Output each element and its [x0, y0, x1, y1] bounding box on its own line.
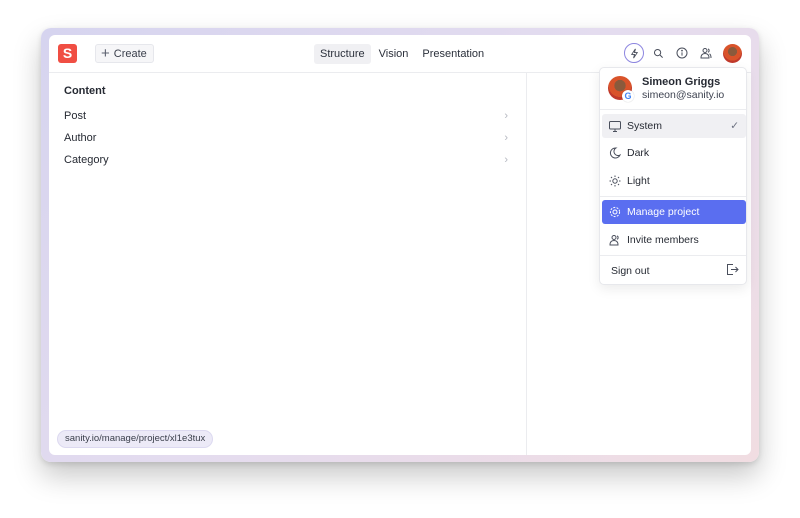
menu-item-label: Dark — [627, 147, 650, 159]
menu-item-label: Manage project — [627, 206, 700, 218]
navbar-actions — [624, 43, 742, 63]
create-label: Create — [113, 47, 147, 60]
info-icon — [676, 47, 688, 59]
menu-item-invite-members[interactable]: Invite members — [602, 228, 746, 252]
info-button[interactable] — [672, 43, 692, 63]
user-name: Simeon Griggs — [642, 76, 721, 88]
menu-divider — [600, 196, 746, 197]
members-button[interactable] — [696, 43, 716, 63]
list-item-label: Post — [64, 110, 87, 122]
create-button[interactable]: + Create — [95, 44, 154, 63]
desktop-icon — [609, 120, 621, 132]
user-email: simeon@sanity.io — [642, 89, 725, 101]
menu-item-manage-project[interactable]: Manage project — [602, 200, 746, 224]
tab-vision[interactable]: Vision — [373, 44, 415, 64]
content-pane-title: Content — [64, 85, 106, 97]
status-url-pill: sanity.io/manage/project/xl1e3tux — [57, 430, 214, 448]
tab-structure[interactable]: Structure — [314, 44, 371, 64]
menu-item-label: System — [627, 120, 663, 132]
menu-item-dark[interactable]: Dark — [602, 141, 746, 165]
pane-divider[interactable] — [526, 73, 527, 455]
search-icon — [653, 48, 663, 58]
chevron-right-icon: › — [504, 154, 508, 166]
menu-item-system[interactable]: System ✓ — [602, 114, 746, 138]
checkmark-icon: ✓ — [730, 120, 739, 132]
plus-icon: + — [101, 44, 110, 62]
studio-logo[interactable]: S — [58, 44, 77, 63]
list-item-category[interactable]: Category › — [55, 149, 516, 171]
bolt-icon — [630, 48, 638, 58]
sun-icon — [609, 175, 621, 187]
list-item-post[interactable]: Post › — [55, 105, 516, 127]
menu-item-sign-out[interactable]: Sign out — [602, 259, 746, 283]
content-list: Post › Author › Category › — [55, 105, 516, 171]
list-item-author[interactable]: Author › — [55, 127, 516, 149]
google-provider-icon: G — [622, 90, 634, 102]
list-item-label: Author — [64, 132, 97, 144]
chevron-right-icon: › — [504, 132, 508, 144]
menu-item-label: Sign out — [611, 265, 650, 277]
menu-item-label: Light — [627, 175, 650, 187]
tab-presentation[interactable]: Presentation — [416, 44, 490, 64]
user-avatar-button[interactable] — [723, 43, 742, 63]
sanity-ai-button[interactable] — [624, 43, 644, 63]
menu-item-light[interactable]: Light — [602, 169, 746, 193]
sign-out-icon — [727, 264, 739, 278]
user-add-icon — [609, 234, 621, 246]
user-info: G Simeon Griggs simeon@sanity.io — [600, 68, 746, 109]
moon-icon — [609, 147, 621, 159]
chevron-right-icon: › — [504, 110, 508, 122]
menu-divider — [600, 109, 746, 110]
menu-item-label: Invite members — [627, 234, 699, 246]
user-menu: G Simeon Griggs simeon@sanity.io System … — [599, 67, 747, 285]
tool-tabs: Structure Vision Presentation — [314, 44, 490, 64]
cog-icon — [609, 206, 621, 218]
list-item-label: Category — [64, 154, 109, 166]
members-icon — [700, 48, 712, 59]
search-button[interactable] — [648, 43, 668, 63]
menu-divider — [600, 255, 746, 256]
